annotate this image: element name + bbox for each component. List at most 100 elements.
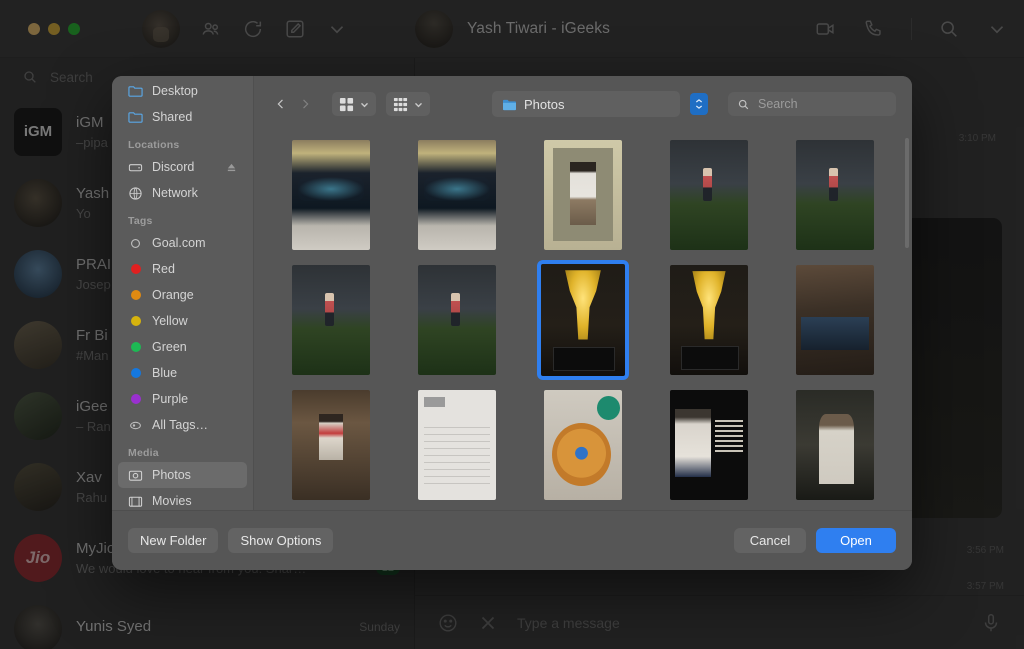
sidebar-item-desktop[interactable]: Desktop: [118, 78, 247, 104]
shared-folder-icon: [128, 110, 143, 125]
sidebar-item-shared[interactable]: Shared: [118, 104, 247, 130]
tag-dot-icon: [128, 262, 143, 277]
sidebar-item-yellow[interactable]: Yellow: [118, 308, 247, 334]
sidebar-section-header: Locations: [128, 139, 180, 151]
tag-dot-icon: [128, 288, 143, 303]
photo-thumbnail-car-dashboard-1[interactable]: [288, 136, 374, 254]
sidebar-item-label: Desktop: [152, 84, 198, 98]
cancel-button[interactable]: Cancel: [734, 528, 806, 553]
dialog-toolbar: Photos Search: [254, 76, 912, 132]
new-folder-button[interactable]: New Folder: [128, 528, 219, 553]
photo-thumbnail-portrait-photo[interactable]: [792, 386, 878, 504]
photo-thumbnail-social-post[interactable]: [666, 386, 752, 504]
sidebar-item-blue[interactable]: Blue: [118, 360, 247, 386]
photos-icon: [128, 468, 143, 483]
sidebar-item-movies[interactable]: Movies: [118, 488, 247, 510]
sidebar-item-purple[interactable]: Purple: [118, 386, 247, 412]
photo-thumbnail-food-bowl[interactable]: [540, 386, 626, 504]
sidebar-item-label: Yellow: [152, 314, 188, 328]
sidebar-section-header: Media: [128, 447, 159, 459]
dialog-search-field[interactable]: Search: [728, 92, 896, 116]
photo-thumbnail-ping-pong-table[interactable]: [792, 261, 878, 379]
thumbnail-image: #TEAMiGEEKS: [670, 264, 748, 375]
photo-thumbnail-elevator-selfie[interactable]: [288, 386, 374, 504]
path-popup-button[interactable]: Photos: [492, 91, 680, 117]
photo-thumbnail-sports-field-3[interactable]: [288, 261, 374, 379]
group-view-icon: [393, 97, 408, 111]
vertical-scrollbar[interactable]: [905, 138, 909, 248]
photo-cell: [268, 382, 394, 507]
open-file-dialog: Desktop Shared Locations Discord Network Tags…: [112, 76, 912, 570]
photo-thumbnail-mirror-selfie[interactable]: [540, 136, 626, 254]
thumbnail-image: [670, 389, 748, 500]
dialog-action-bar: New Folder Show Options Cancel Open: [112, 510, 912, 570]
sidebar-item-label: All Tags…: [152, 418, 209, 432]
photo-thumbnail-sports-field-2[interactable]: [792, 136, 878, 254]
sidebar-item-red[interactable]: Red: [118, 256, 247, 282]
tag-circle-icon: [131, 238, 140, 248]
sidebar-item-discord[interactable]: Discord: [118, 154, 247, 180]
dialog-body: Desktop Shared Locations Discord Network Tags…: [112, 76, 912, 510]
photo-thumbnail-trophy-2[interactable]: #TEAMiGEEKS: [666, 261, 752, 379]
thumbnail-image: [292, 264, 370, 375]
disk-icon: [128, 163, 143, 171]
photos-icon: [128, 470, 143, 481]
group-mode-button[interactable]: [386, 92, 430, 116]
photo-thumbnail-trophy-teamigeeks[interactable]: #TEAMiGEEKS: [537, 259, 629, 380]
photo-cell: #TEAMiGEEKS: [520, 257, 646, 382]
globe-icon: [129, 186, 142, 200]
forward-button[interactable]: [294, 93, 316, 115]
sidebar-item-label: Movies: [152, 494, 192, 508]
photo-thumbnail-sports-field-4[interactable]: [414, 261, 500, 379]
photo-cell: [772, 382, 898, 507]
desktop-folder-icon: [128, 85, 143, 97]
photo-cell: [394, 382, 520, 507]
sidebar-item-label: Discord: [152, 160, 195, 174]
tag-dot-icon: [128, 366, 143, 381]
sidebar-item-label: Photos: [152, 468, 191, 482]
show-options-button[interactable]: Show Options: [228, 528, 334, 553]
sidebar-item-label: Network: [152, 186, 198, 200]
thumbnail-image: [544, 389, 622, 500]
tag-dot-icon: [130, 290, 141, 300]
thumbnail-image: [796, 264, 874, 375]
tag-dot-icon: [130, 316, 141, 326]
thumbnail-image: [418, 139, 496, 250]
sidebar-item-green[interactable]: Green: [118, 334, 247, 360]
chevron-down-icon: [415, 102, 422, 107]
photo-cell: [268, 132, 394, 257]
folder-icon: [503, 99, 516, 110]
dialog-search-placeholder: Search: [758, 97, 798, 111]
photo-cell: [772, 132, 898, 257]
eject-icon[interactable]: [226, 162, 237, 173]
photo-thumbnail-sports-field-1[interactable]: [666, 136, 752, 254]
sidebar-item-orange[interactable]: Orange: [118, 282, 247, 308]
tag-dot-icon: [130, 342, 141, 352]
photo-cell: [394, 257, 520, 382]
sidebar-item-label: Purple: [152, 392, 189, 406]
sidebar-item-photos[interactable]: Photos: [118, 462, 247, 488]
sidebar-item-network[interactable]: Network: [118, 180, 247, 206]
view-mode-button[interactable]: [332, 92, 376, 116]
movies-icon: [128, 496, 143, 507]
photo-cell: [646, 132, 772, 257]
thumbnail-image: [796, 389, 874, 500]
all-tags-icon: [130, 421, 141, 429]
sidebar-section-header: Tags: [128, 215, 153, 227]
search-icon: [737, 98, 750, 111]
dialog-content: Photos Search #TEAMiGEEKS #TEAMiGEEKS: [254, 76, 912, 510]
tag-dot-icon: [128, 392, 143, 407]
sidebar-item-goal-com[interactable]: Goal.com: [118, 230, 247, 256]
open-button[interactable]: Open: [816, 528, 896, 553]
sidebar-item-all-tags[interactable]: All Tags…: [118, 412, 247, 438]
tag-dot-icon: [130, 394, 141, 404]
photo-thumbnail-car-dashboard-2[interactable]: [414, 136, 500, 254]
globe-icon: [128, 186, 143, 201]
thumbnail-image: [418, 264, 496, 375]
tag-dot-icon: [130, 264, 141, 274]
sidebar-item-label: Goal.com: [152, 236, 206, 250]
back-button[interactable]: [270, 93, 292, 115]
tag-dot-icon: [130, 368, 141, 378]
stepper-control[interactable]: [690, 93, 708, 115]
photo-thumbnail-document-screenshot[interactable]: [414, 386, 500, 504]
